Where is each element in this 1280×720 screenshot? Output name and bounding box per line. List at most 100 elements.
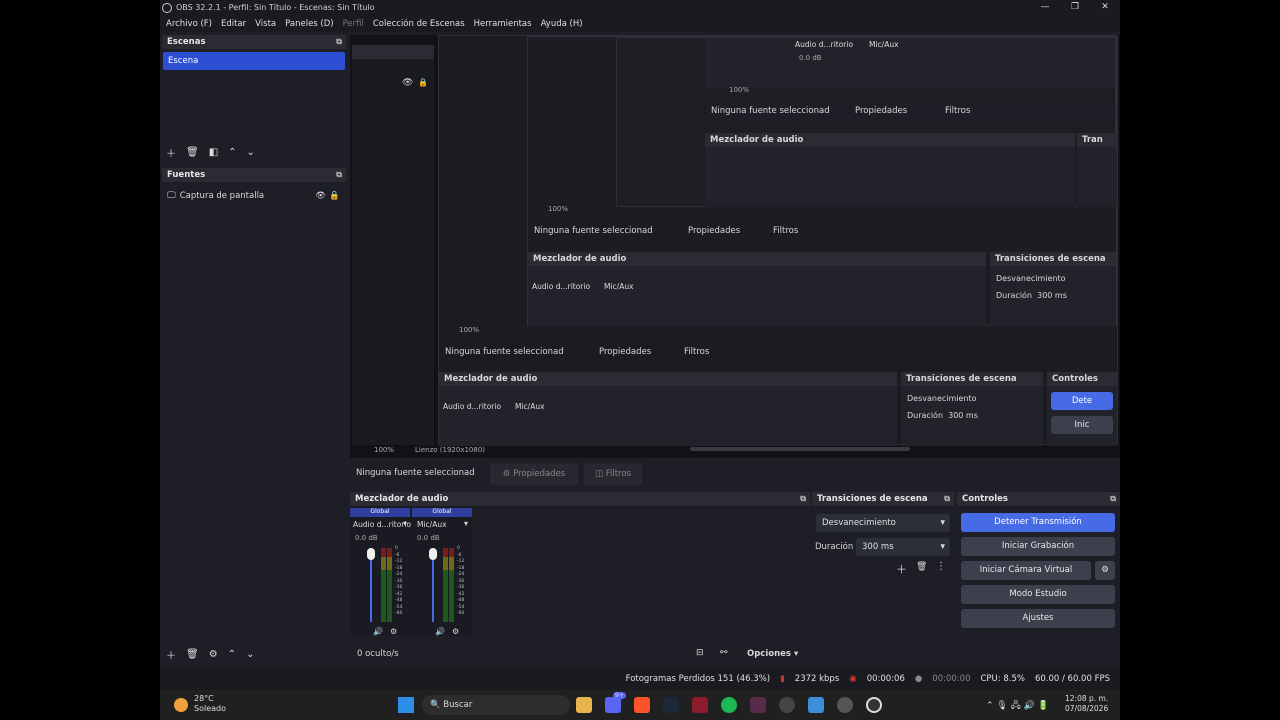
zoom-label: 100% [374, 446, 395, 454]
gear-icon[interactable]: ⚙ [209, 649, 218, 660]
up-source-icon[interactable]: ⌃ [228, 649, 236, 660]
gear-icon[interactable]: ⚙ [452, 627, 459, 636]
start-recording-button[interactable]: Iniciar Grabación [961, 537, 1115, 556]
preview-scrollbar[interactable] [690, 447, 910, 451]
dropped-frames: Fotogramas Perdidos 151 (46.3%) [625, 674, 771, 684]
filters-button[interactable]: ◫ Filtros [584, 463, 642, 485]
weather-icon [174, 698, 188, 712]
studio-mode-button[interactable]: Modo Estudio [961, 585, 1115, 604]
settings-button[interactable]: Ajustes [961, 609, 1115, 628]
menu-herramientas[interactable]: Herramientas [474, 19, 532, 29]
db-scale: 0 -6 -12 -18 -24 -30 -36 -42 -48 -54 -60 [395, 546, 403, 616]
obs-icon[interactable] [866, 697, 882, 713]
scenes-dock: Escenas ⧉ Escena ＋ 🗑 ◧ ⌃ ⌄ [162, 35, 346, 165]
menu-perfil[interactable]: Perfil [343, 19, 364, 29]
audio-meter [449, 548, 454, 622]
temperature: 28°C [194, 694, 214, 703]
menu-archivo[interactable]: Archivo (F) [166, 19, 212, 29]
audio-meter [443, 548, 448, 622]
controls-title: Controles [962, 494, 1008, 504]
notification-badge: 9+ [613, 692, 626, 699]
spotify-icon[interactable] [721, 697, 737, 713]
maximize-icon[interactable]: ❐ [1060, 0, 1090, 15]
float-icon[interactable]: ⧉ [800, 492, 806, 506]
gear-icon[interactable]: ⚙ [390, 627, 397, 636]
fader-handle[interactable] [367, 548, 375, 560]
close-icon[interactable]: ✕ [1090, 0, 1120, 15]
link-icon[interactable]: ⚯ [720, 648, 728, 658]
scene-item[interactable]: Escena [163, 52, 345, 70]
options-button[interactable]: Opciones ▾ [747, 649, 798, 659]
trash-icon[interactable]: 🗑 [916, 562, 927, 572]
start-virtualcam-button[interactable]: Iniciar Cámara Virtual [961, 561, 1091, 580]
menu-vista[interactable]: Vista [255, 19, 276, 29]
search-box[interactable]: 🔍 Buscar [422, 695, 570, 715]
trash-icon[interactable]: 🗑 [186, 147, 199, 158]
steam-icon[interactable] [663, 697, 679, 713]
add-source-icon[interactable]: ＋ [166, 647, 176, 662]
minimize-icon[interactable]: — [1030, 0, 1060, 15]
obs-logo-icon [162, 2, 172, 13]
audio-meter [381, 548, 386, 622]
transitions-title: Transiciones de escena [817, 494, 928, 504]
clock-time: 12:08 p. m. [1065, 694, 1109, 703]
cpu-usage: CPU: 8.5% [980, 674, 1025, 684]
chevron-down-icon[interactable]: ▾ [464, 519, 468, 528]
app-icon[interactable] [692, 697, 708, 713]
audio-meter [387, 548, 392, 622]
weather-text: Soleado [194, 704, 226, 713]
preview-canvas[interactable]: 👁 🔒 Audio d...ritorio Mic/Aux 0.0 dB 100… [350, 35, 1120, 458]
app-icon[interactable] [750, 697, 766, 713]
layout-icon[interactable]: ⊟ [696, 648, 704, 658]
trash-source-icon[interactable]: 🗑 [186, 649, 199, 660]
controls-dock: Controles ⧉ Detener Transmisión Iniciar G… [957, 492, 1120, 664]
transition-select[interactable]: Desvanecimiento [816, 514, 950, 532]
brave-icon[interactable] [634, 697, 650, 713]
tray-icons[interactable]: ⌃ 🎙 🖧 🔊 🔋 [986, 698, 1049, 714]
discord-icon[interactable] [605, 697, 621, 713]
source-toolbar: Ninguna fuente seleccionad ⚙ Propiedades… [350, 460, 1120, 488]
bitrate-icon: ▮ [780, 674, 785, 684]
windows-start-icon[interactable] [398, 697, 414, 713]
properties-button[interactable]: ⚙ Propiedades [490, 463, 578, 485]
fader-handle[interactable] [429, 548, 437, 560]
rec-time: 00:00:00 [932, 674, 971, 684]
up-icon[interactable]: ⌃ [228, 147, 236, 158]
source-label: Captura de pantalla [179, 191, 265, 201]
mixer-title: Mezclador de audio [355, 494, 449, 504]
fps: 60.00 / 60.00 FPS [1034, 674, 1110, 684]
chevron-down-icon[interactable]: ▾ [403, 519, 407, 528]
duration-input[interactable]: 300 ms [856, 538, 950, 556]
down-source-icon[interactable]: ⌄ [246, 649, 254, 660]
app-icon[interactable] [808, 697, 824, 713]
folder-icon[interactable] [576, 697, 592, 713]
add-icon[interactable]: ＋ [166, 145, 176, 160]
bitrate: 2372 kbps [794, 674, 840, 684]
source-item[interactable]: 🖵 Captura de pantalla 👁 🔒 [162, 188, 346, 204]
lock-icon[interactable]: 🔒 [329, 191, 340, 201]
menu-coleccion[interactable]: Colección de Escenas [373, 19, 465, 29]
float-icon[interactable]: ⧉ [336, 168, 342, 182]
menu-editar[interactable]: Editar [221, 19, 246, 29]
more-icon[interactable]: ⋮ [936, 561, 946, 572]
scenes-title: Escenas [167, 37, 206, 47]
stop-stream-button[interactable]: Detener Transmisión [961, 513, 1115, 532]
float-icon[interactable]: ⧉ [336, 35, 342, 49]
eye-icon[interactable]: 👁 [315, 191, 326, 201]
virtualcam-settings-icon[interactable]: ⚙ [1095, 561, 1115, 580]
speaker-icon[interactable]: 🔊 [435, 627, 445, 636]
menu-ayuda[interactable]: Ayuda (H) [541, 19, 583, 29]
stream-time: 00:00:06 [866, 674, 905, 684]
down-icon[interactable]: ⌄ [247, 147, 255, 158]
add-icon[interactable]: ＋ [896, 561, 907, 577]
settings-icon[interactable] [837, 697, 853, 713]
speaker-icon[interactable]: 🔊 [373, 627, 383, 636]
float-icon[interactable]: ⧉ [1110, 492, 1116, 506]
filter-icon: ◫ [595, 469, 604, 479]
status-bar: Fotogramas Perdidos 151 (46.3%) ▮ 2372 k… [160, 668, 1120, 690]
float-icon[interactable]: ⧉ [944, 492, 950, 506]
menu-paneles[interactable]: Paneles (D) [285, 19, 333, 29]
app-icon[interactable] [779, 697, 795, 713]
filter-icon[interactable]: ◧ [209, 147, 218, 158]
channel-name: Mic/Aux [417, 520, 447, 529]
